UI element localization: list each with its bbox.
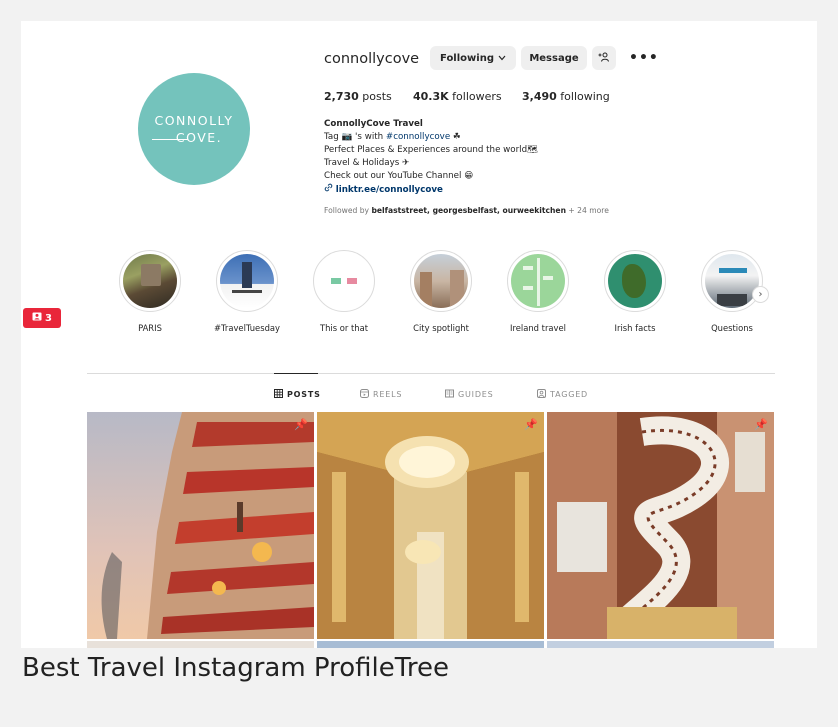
tab-reels[interactable]: REELS (360, 389, 402, 400)
bio-line-1: Tag 📷 's with #connollycove ☘ (324, 131, 624, 144)
hashtag-link[interactable]: #connollycove (386, 132, 450, 142)
tab-posts-label: POSTS (287, 390, 321, 399)
pinned-icon: 📌 (294, 418, 308, 431)
tab-guides-label: GUIDES (458, 390, 494, 399)
profile-bio: ConnollyCove Travel Tag 📷 's with #conno… (324, 118, 624, 197)
post-row-preview (317, 641, 544, 648)
avatar-logo-line1: CONNOLLY (154, 113, 234, 128)
highlight-ireland-travel[interactable]: Ireland travel (490, 250, 586, 333)
highlight-irish-facts[interactable]: Irish facts (587, 250, 683, 333)
profile-username: connollycove (324, 51, 420, 67)
highlight-cover-image (220, 254, 274, 308)
highlight-cover-image (511, 254, 565, 308)
followers-count-value: 40.3K (413, 90, 449, 103)
highlight-this-or-that[interactable]: This or that (296, 250, 392, 333)
highlight-ring (119, 250, 181, 312)
highlight-ring (313, 250, 375, 312)
post-thumbnail[interactable]: 📌 (547, 412, 774, 639)
post-thumbnail[interactable]: 📌 (317, 412, 544, 639)
guides-icon (445, 389, 454, 400)
highlight-label: This or that (319, 323, 368, 333)
highlight-label: City spotlight (413, 323, 469, 333)
highlight-label: Irish facts (614, 323, 656, 333)
reels-icon (360, 389, 369, 400)
highlight-label: Questions (711, 323, 753, 333)
post-row-preview (547, 641, 774, 648)
highlight-ring (216, 250, 278, 312)
tab-reels-label: REELS (373, 390, 403, 399)
avatar-logo-line2: COVE. (175, 130, 223, 145)
bio-line-4: Check out our YouTube Channel 😁 (324, 171, 474, 181)
bio-link-row[interactable]: linktr.ee/connollycove (324, 183, 624, 197)
followed-by-prefix: Followed by (324, 206, 372, 215)
profile-avatar[interactable]: CONNOLLY COVE. (138, 73, 250, 185)
tab-guides[interactable]: GUIDES (445, 389, 494, 400)
more-options-icon[interactable]: ••• (629, 50, 659, 66)
image-caption: Best Travel Instagram ProfileTree (22, 653, 449, 683)
bio-line-3: Travel & Holidays ✈ (324, 158, 410, 168)
contact-badge-count: 3 (45, 312, 52, 324)
highlight-label: Ireland travel (510, 323, 566, 333)
message-button-label: Message (529, 52, 579, 64)
following-button-label: Following (440, 52, 494, 64)
highlight-cover-image (414, 254, 468, 308)
post-image-paris-street (87, 412, 314, 639)
add-user-icon (598, 52, 610, 65)
followers-count[interactable]: 40.3K followers (413, 90, 502, 103)
followed-by[interactable]: Followed by belfaststreet, georgesbelfas… (324, 206, 609, 215)
bio-line-1-prefix: Tag 📷 's with (324, 132, 386, 142)
following-count[interactable]: 3,490 following (522, 90, 610, 103)
followers-count-label: followers (452, 90, 502, 103)
highlight-label: #TravelTuesday (214, 323, 280, 333)
chevron-down-icon (498, 53, 506, 64)
link-icon (324, 183, 336, 195)
followed-by-names: belfaststreet, georgesbelfast, ourweekit… (371, 206, 566, 215)
highlight-ring (410, 250, 472, 312)
highlight-city-spotlight[interactable]: City spotlight (393, 250, 489, 333)
contact-badge[interactable]: 3 (23, 308, 61, 328)
highlight-travel-tuesday[interactable]: #TravelTuesday (199, 250, 295, 333)
pinned-icon: 📌 (524, 418, 538, 431)
contact-card-icon (32, 312, 42, 324)
highlight-cover-image (705, 254, 759, 308)
followed-by-more: + 24 more (565, 206, 609, 215)
post-image-gilded-hall (317, 412, 544, 639)
highlight-ring (701, 250, 763, 312)
bio-line-1-suffix: ☘ (450, 132, 461, 142)
following-count-label: following (560, 90, 610, 103)
tagged-icon (537, 389, 546, 400)
post-image-spiral-staircase (547, 412, 774, 639)
bio-external-link[interactable]: linktr.ee/connollycove (336, 185, 443, 195)
active-tab-indicator (274, 373, 318, 374)
grid-icon (274, 389, 283, 400)
highlight-cover-image (123, 254, 177, 308)
posts-count-label: posts (362, 90, 392, 103)
screenshot-frame: CONNOLLY COVE. connollycove Following Me… (0, 0, 838, 727)
tab-tagged-label: TAGGED (550, 390, 589, 399)
bio-line-2: Perfect Places & Experiences around the … (324, 145, 539, 155)
post-thumbnail[interactable]: 📌 (87, 412, 314, 639)
posts-count[interactable]: 2,730 posts (324, 90, 392, 103)
chevron-right-icon[interactable]: › (752, 286, 769, 303)
highlight-cover-image (608, 254, 662, 308)
highlight-ring (604, 250, 666, 312)
pinned-icon: 📌 (754, 418, 768, 431)
post-row-preview (87, 641, 314, 648)
tabs-divider (87, 373, 775, 374)
tab-posts[interactable]: POSTS (274, 389, 321, 400)
message-button[interactable]: Message (521, 46, 587, 70)
following-count-value: 3,490 (522, 90, 557, 103)
tab-tagged[interactable]: TAGGED (537, 389, 588, 400)
profile-display-name: ConnollyCove Travel (324, 119, 423, 129)
highlight-cover-image (317, 254, 371, 308)
highlight-paris[interactable]: PARIS (102, 250, 198, 333)
instagram-profile-card: CONNOLLY COVE. connollycove Following Me… (21, 21, 817, 648)
highlight-label: PARIS (138, 323, 162, 333)
suggested-users-button[interactable] (592, 46, 616, 70)
highlight-ring (507, 250, 569, 312)
posts-count-value: 2,730 (324, 90, 359, 103)
following-button[interactable]: Following (430, 46, 516, 70)
